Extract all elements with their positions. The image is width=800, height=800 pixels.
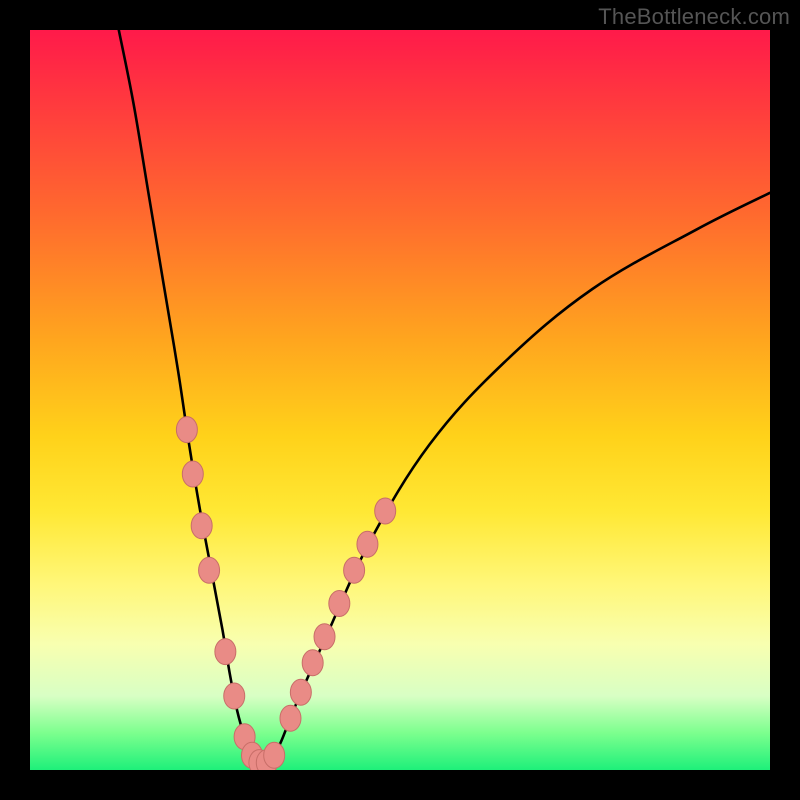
curve-marker xyxy=(290,679,311,705)
curve-marker xyxy=(329,591,350,617)
curve-marker xyxy=(280,705,301,731)
curve-marker xyxy=(302,650,323,676)
curve-marker xyxy=(182,461,203,487)
curve-marker xyxy=(375,498,396,524)
curve-marker xyxy=(199,557,220,583)
plot-area xyxy=(30,30,770,770)
curve-svg xyxy=(30,30,770,770)
curve-markers xyxy=(176,417,395,770)
curve-marker xyxy=(191,513,212,539)
curve-marker xyxy=(224,683,245,709)
curve-marker xyxy=(344,557,365,583)
curve-marker xyxy=(357,531,378,557)
curve-marker xyxy=(314,624,335,650)
chart-frame: TheBottleneck.com xyxy=(0,0,800,800)
curve-marker xyxy=(264,742,285,768)
curve-marker xyxy=(176,417,197,443)
attribution-text: TheBottleneck.com xyxy=(598,4,790,30)
curve-marker xyxy=(215,639,236,665)
